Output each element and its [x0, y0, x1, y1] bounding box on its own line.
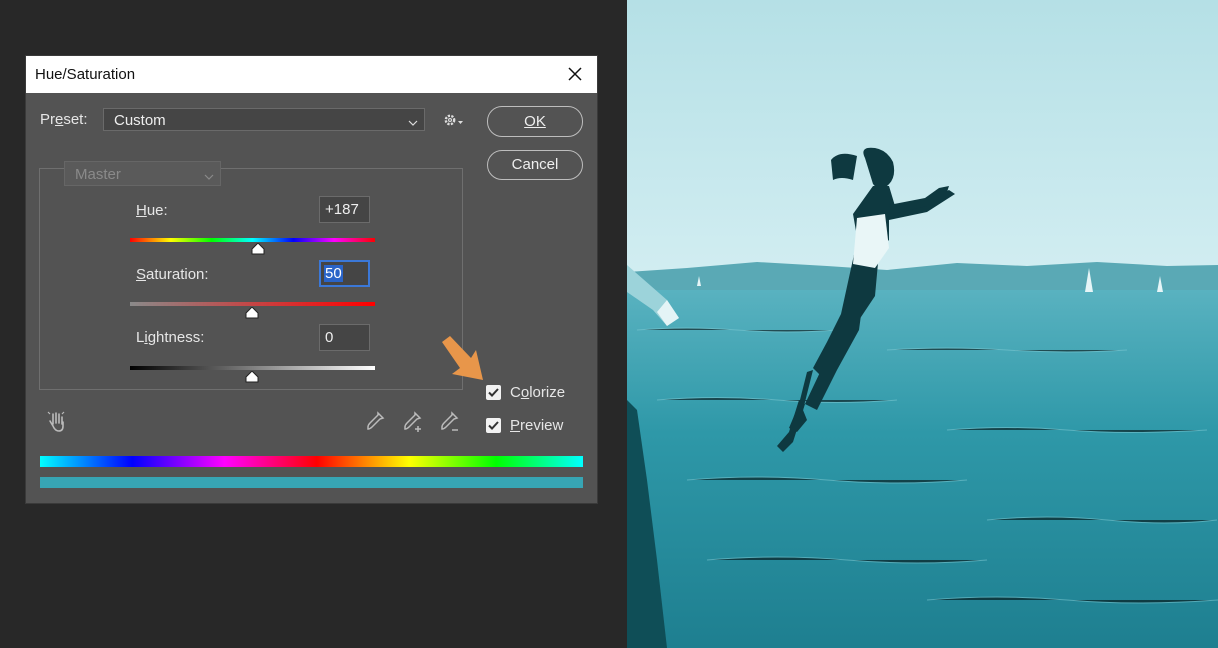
dialog-title: Hue/Saturation [35, 66, 136, 83]
channel-value: Master [75, 166, 121, 183]
cancel-button[interactable]: Cancel [487, 150, 583, 180]
lightness-slider-thumb[interactable] [245, 370, 259, 383]
hue-slider-thumb[interactable] [251, 242, 265, 255]
saturation-slider-thumb[interactable] [245, 306, 259, 319]
eyedropper-icon[interactable] [363, 410, 387, 434]
arrow-icon [438, 336, 486, 382]
cancel-label: Cancel [511, 156, 559, 173]
hand-target-icon[interactable] [46, 410, 68, 434]
saturation-label: Saturation: [136, 266, 209, 283]
saturation-input[interactable]: 50 [319, 260, 370, 287]
lightness-input[interactable]: 0 [319, 324, 370, 351]
eyedropper-plus-icon[interactable] [400, 410, 424, 434]
input-color-bar [40, 456, 583, 467]
title-bar: Hue/Saturation [26, 56, 597, 93]
colorize-label[interactable]: Colorize [510, 384, 565, 401]
ok-label: OK [524, 113, 546, 130]
photo-canvas [627, 0, 1218, 648]
eyedropper-minus-icon[interactable] [437, 410, 461, 434]
hue-input[interactable]: +187 [319, 196, 370, 223]
lightness-label: Lightness: [136, 329, 205, 346]
output-color-bar [40, 477, 583, 488]
hue-saturation-dialog: Hue/Saturation Preset: Custom OK Cancel … [26, 56, 597, 503]
colorize-checkbox[interactable] [486, 385, 501, 400]
chevron-down-icon [408, 115, 418, 132]
adjustment-group: Master [39, 161, 463, 390]
close-icon[interactable] [561, 60, 589, 88]
preset-dropdown[interactable]: Custom [103, 108, 425, 131]
preset-label: Preset: [40, 111, 88, 128]
gear-icon[interactable] [442, 111, 466, 129]
ok-button[interactable]: OK [487, 106, 583, 137]
saturation-value: 50 [324, 265, 343, 282]
hue-value: +187 [325, 201, 359, 218]
preset-value: Custom [114, 112, 166, 129]
lightness-value: 0 [325, 329, 334, 346]
checkmark-icon [488, 421, 499, 430]
preview-label[interactable]: Preview [510, 417, 563, 434]
chevron-down-icon [204, 169, 214, 186]
checkmark-icon [488, 388, 499, 397]
channel-dropdown[interactable]: Master [64, 161, 221, 186]
preview-checkbox[interactable] [486, 418, 501, 433]
hue-label: Hue: [136, 202, 168, 219]
